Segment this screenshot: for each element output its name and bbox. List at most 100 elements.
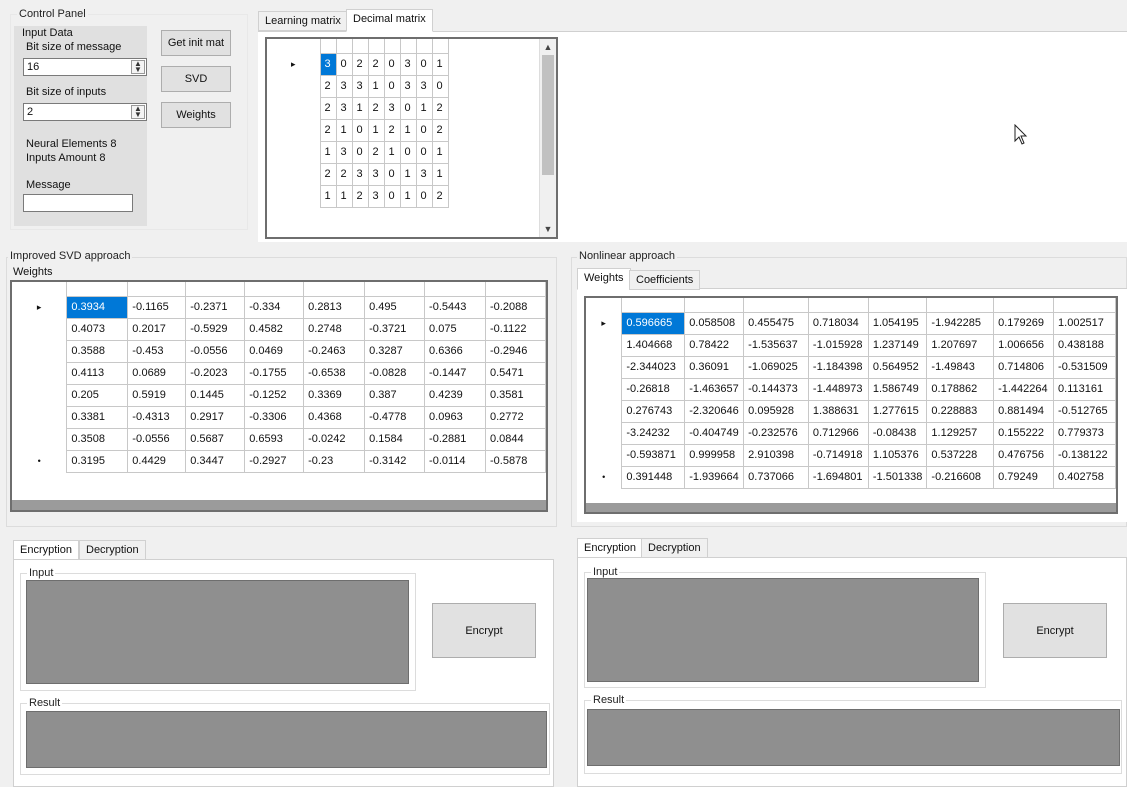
table-cell[interactable]: 0.4368 [303, 405, 366, 429]
bit-size-message-spin[interactable]: 16 ▲ ▼ [23, 58, 147, 76]
table-cell[interactable]: -0.512765 [1053, 399, 1116, 423]
row-header[interactable] [12, 384, 68, 406]
row-header[interactable] [12, 340, 68, 362]
table-cell[interactable]: 0.402758 [1053, 465, 1116, 489]
table-cell[interactable]: 0.2017 [127, 317, 187, 341]
table-cell[interactable]: 0.4582 [244, 317, 305, 341]
table-cell[interactable]: -2.344023 [621, 355, 686, 379]
table-cell[interactable]: 1.006656 [993, 333, 1055, 357]
message-input[interactable] [23, 194, 133, 212]
table-row[interactable]: 0.3588 -0.453 -0.0556 0.0469 -0.2463 0.3287 0.… [12, 339, 546, 363]
table-row[interactable]: 21012102 [267, 118, 449, 142]
chevron-up-icon[interactable]: ▲ [540, 39, 556, 55]
table-cell[interactable]: 3 [351, 162, 369, 186]
table-cell[interactable]: -0.2371 [185, 295, 246, 319]
row-header[interactable] [12, 362, 68, 384]
table-cell[interactable]: 3 [335, 96, 353, 120]
table-cell[interactable]: 0.564952 [867, 355, 928, 379]
table-cell[interactable]: -0.144373 [743, 377, 809, 401]
nonlinear-tab-weights[interactable]: Weights [577, 268, 631, 290]
row-header[interactable]: ▸ [267, 53, 321, 75]
table-cell[interactable]: 0.179269 [993, 311, 1055, 335]
table-cell[interactable]: 3 [415, 162, 433, 186]
row-header[interactable] [267, 163, 321, 185]
nonlinear-tab-encryption[interactable]: Encryption [577, 538, 643, 558]
table-cell[interactable]: 1.054195 [867, 311, 928, 335]
table-cell[interactable]: 0.495 [364, 295, 426, 319]
table-cell[interactable]: -1.015928 [807, 333, 869, 357]
table-cell[interactable]: 0.2772 [485, 405, 546, 429]
table-cell[interactable]: 2 [431, 96, 449, 120]
table-cell[interactable]: 0.36091 [684, 355, 745, 379]
table-cell[interactable]: 0.6593 [244, 427, 305, 451]
table-cell[interactable]: 2 [351, 184, 369, 208]
table-cell[interactable]: 1.404668 [621, 333, 686, 357]
table-cell[interactable]: 1 [367, 118, 385, 142]
table-row[interactable]: 0.4073 0.2017 -0.5929 0.4582 0.2748 -0.3721 0.… [12, 317, 546, 341]
row-header[interactable] [12, 428, 68, 450]
chevron-down-icon[interactable]: ▼ [540, 221, 556, 237]
table-cell[interactable]: 0 [351, 118, 369, 142]
table-cell[interactable]: 0.718034 [807, 311, 869, 335]
svd-button[interactable]: SVD [161, 66, 231, 92]
table-row[interactable]: ▸ 3 0 2 2 0 3 0 1 [267, 52, 449, 76]
row-header[interactable]: ▸ [12, 296, 68, 318]
svd-input-textarea[interactable] [26, 580, 409, 684]
table-cell[interactable]: -0.3721 [364, 317, 426, 341]
table-cell[interactable]: 2 [367, 96, 385, 120]
table-cell[interactable]: 1 [431, 140, 449, 164]
table-cell[interactable]: 1 [367, 74, 385, 98]
table-cell[interactable]: 1 [399, 118, 417, 142]
row-header[interactable]: ▸ [586, 312, 623, 334]
table-cell[interactable]: 0.3508 [66, 427, 129, 451]
table-cell[interactable]: -0.3306 [244, 405, 305, 429]
table-row[interactable]: 0.3508 -0.0556 0.5687 0.6593 -0.0242 0.1584 -0… [12, 427, 546, 451]
tab-decimal-matrix[interactable]: Decimal matrix [346, 9, 433, 32]
table-cell[interactable]: -0.1165 [127, 295, 187, 319]
table-cell[interactable]: -3.24232 [621, 421, 686, 445]
table-cell[interactable]: 0.476756 [993, 443, 1055, 467]
table-cell[interactable]: -0.714918 [807, 443, 869, 467]
get-init-mat-button[interactable]: Get init mat [161, 30, 231, 56]
table-cell[interactable]: 2 [319, 96, 337, 120]
table-cell[interactable]: 1.237149 [867, 333, 928, 357]
table-cell[interactable]: -0.5443 [424, 295, 486, 319]
svd-weights-grid[interactable]: ▸ 0.3934 -0.1165 -0.2371 -0.334 0.2813 0.495 -0… [10, 280, 548, 512]
row-header[interactable] [267, 119, 321, 141]
table-cell[interactable]: -0.4313 [127, 405, 187, 429]
table-cell[interactable]: 0 [415, 118, 433, 142]
row-header[interactable] [267, 185, 321, 207]
table-row[interactable]: -0.26818 -1.463657 -0.144373 -1.448973 1.586… [586, 377, 1116, 401]
table-cell[interactable]: -0.26818 [621, 377, 686, 401]
row-header[interactable] [586, 356, 623, 378]
table-cell[interactable]: -2.320646 [684, 399, 745, 423]
table-cell[interactable]: 0.596665 [621, 311, 686, 335]
table-row[interactable]: 0.276743 -2.320646 0.095928 1.388631 1.27761… [586, 399, 1116, 423]
table-cell[interactable]: 0.2917 [185, 405, 246, 429]
table-cell[interactable]: 0.228883 [926, 399, 995, 423]
table-cell[interactable]: 0.1445 [185, 383, 246, 407]
table-cell[interactable]: 0.3287 [364, 339, 426, 363]
table-cell[interactable]: -0.6538 [303, 361, 366, 385]
table-cell[interactable]: -0.0556 [127, 427, 187, 451]
svd-tab-encryption[interactable]: Encryption [13, 540, 79, 560]
table-cell[interactable]: 1.105376 [867, 443, 928, 467]
table-row[interactable]: -2.344023 0.36091 -1.069025 -1.184398 0.5649… [586, 355, 1116, 379]
table-cell[interactable]: 3 [383, 96, 401, 120]
table-cell[interactable]: 0.79249 [993, 465, 1055, 489]
table-cell[interactable]: -1.463657 [684, 377, 745, 401]
table-cell[interactable]: -0.216608 [926, 465, 995, 489]
table-cell[interactable]: 0.4239 [424, 383, 486, 407]
table-cell[interactable]: 1 [351, 96, 369, 120]
table-cell[interactable]: 2 [367, 52, 385, 76]
table-row[interactable]: -3.24232 -0.404749 -0.232576 0.712966 -0.084… [586, 421, 1116, 445]
table-cell[interactable]: 1.002517 [1053, 311, 1116, 335]
table-cell[interactable]: 1 [335, 184, 353, 208]
table-cell[interactable]: -0.1447 [424, 361, 486, 385]
table-cell[interactable]: 0.3581 [485, 383, 546, 407]
table-cell[interactable]: 3 [335, 74, 353, 98]
table-row[interactable]: • 0.391448 -1.939664 0.737066 -1.694801 -1.50… [586, 465, 1116, 489]
bit-size-inputs-spin[interactable]: 2 ▲ ▼ [23, 103, 147, 121]
learning-matrix-scrollbar[interactable]: ▲ ▼ [539, 39, 556, 237]
table-cell[interactable]: 3 [399, 52, 417, 76]
